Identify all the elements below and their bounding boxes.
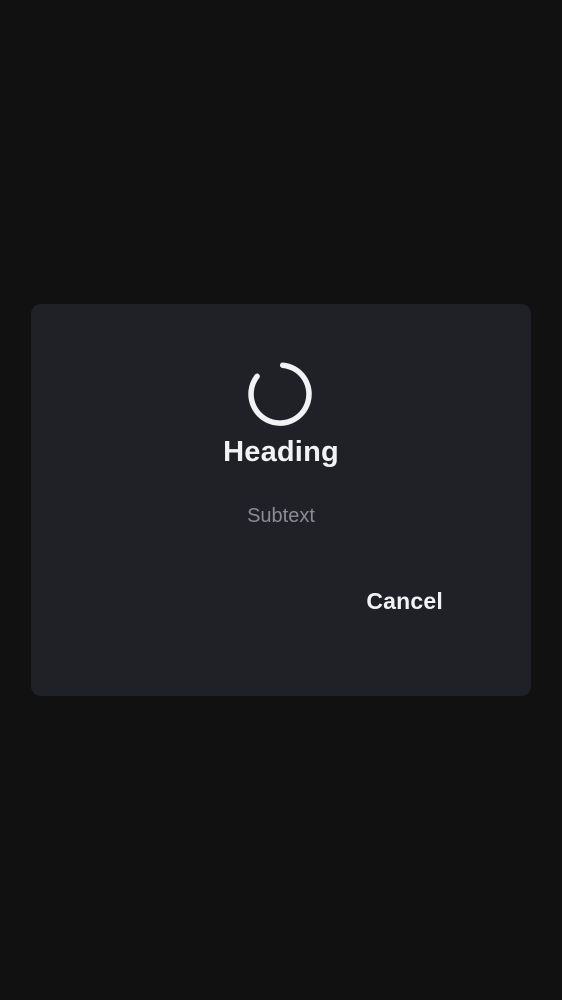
dialog-subtext: Subtext xyxy=(247,505,315,527)
dialog-heading: Heading xyxy=(223,436,339,468)
loading-dialog: Heading Subtext Cancel xyxy=(31,304,531,696)
loading-spinner-icon xyxy=(248,362,312,426)
cancel-button[interactable]: Cancel xyxy=(336,580,473,623)
